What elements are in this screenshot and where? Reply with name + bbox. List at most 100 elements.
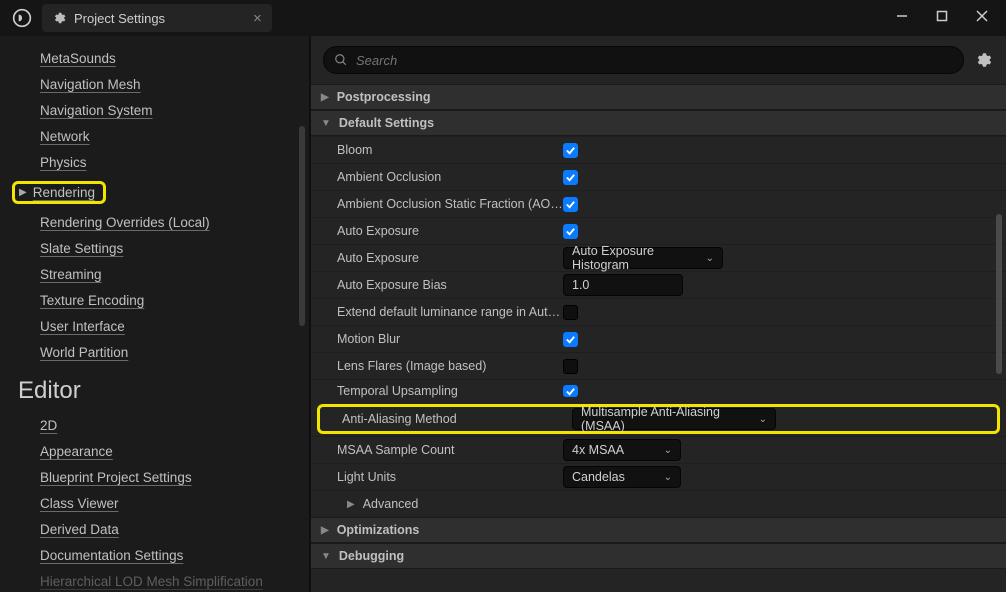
sidebar-heading-editor: Editor: [18, 377, 309, 405]
tab-project-settings[interactable]: Project Settings ×: [42, 4, 272, 32]
prop-label: Motion Blur: [311, 332, 563, 346]
prop-bloom: Bloom: [311, 136, 1006, 163]
settings-gear-icon[interactable]: [974, 51, 992, 69]
prop-lens-flares: Lens Flares (Image based): [311, 352, 1006, 379]
sidebar-item[interactable]: Network: [40, 124, 90, 149]
section-default-settings[interactable]: ▼ Default Settings: [311, 110, 1006, 136]
search-input[interactable]: [356, 53, 953, 68]
dropdown[interactable]: Auto Exposure Histogram ⌄: [563, 247, 723, 269]
prop-label: MSAA Sample Count: [311, 443, 563, 457]
dropdown[interactable]: Candelas ⌄: [563, 466, 681, 488]
sidebar-item[interactable]: Navigation Mesh: [40, 72, 141, 97]
sidebar-scrollbar[interactable]: [299, 46, 305, 386]
checkbox[interactable]: [563, 224, 578, 239]
prop-ambient-occlusion: Ambient Occlusion: [311, 163, 1006, 190]
prop-auto-exposure-bias: Auto Exposure Bias 1.0: [311, 271, 1006, 298]
content-scrollbar[interactable]: [996, 214, 1002, 414]
tab-close-button[interactable]: ×: [253, 10, 262, 27]
sidebar-item[interactable]: Slate Settings: [40, 236, 123, 261]
sidebar-item-rendering[interactable]: ▶ Rendering: [0, 176, 106, 209]
search-box[interactable]: [323, 46, 964, 74]
sidebar-item[interactable]: Appearance: [40, 439, 113, 464]
section-label: Default Settings: [339, 116, 434, 130]
dropdown-value: Candelas: [572, 470, 625, 484]
prop-auto-exposure: Auto Exposure: [311, 217, 1006, 244]
prop-ao-static-fraction: Ambient Occlusion Static Fraction (AO fo…: [311, 190, 1006, 217]
sidebar: MetaSounds Navigation Mesh Navigation Sy…: [0, 36, 310, 592]
expand-icon: ▶: [19, 187, 27, 198]
sidebar-item[interactable]: Derived Data: [40, 517, 119, 542]
prop-label: Lens Flares (Image based): [311, 359, 563, 373]
advanced-label: Advanced: [363, 497, 419, 511]
sidebar-item[interactable]: Streaming: [40, 262, 102, 287]
content-panel: ▶ Postprocessing ▼ Default Settings Bloo…: [310, 36, 1006, 592]
prop-label: Bloom: [311, 143, 563, 157]
row-advanced[interactable]: ▶ Advanced: [311, 490, 1006, 517]
prop-label: Light Units: [311, 470, 563, 484]
prop-label: Ambient Occlusion: [311, 170, 563, 184]
checkbox[interactable]: [563, 332, 578, 347]
sidebar-item-label: Rendering: [33, 185, 95, 200]
sidebar-item[interactable]: 2D: [40, 413, 57, 438]
section-postprocessing[interactable]: ▶ Postprocessing: [311, 84, 1006, 110]
prop-anti-aliasing-method: Anti-Aliasing Method Multisample Anti-Al…: [317, 404, 1000, 434]
sidebar-item[interactable]: User Interface: [40, 314, 125, 339]
chevron-down-icon: ⌄: [706, 253, 714, 264]
section-optimizations[interactable]: ▶ Optimizations: [311, 517, 1006, 543]
tab-gear-icon: [52, 11, 66, 25]
prop-motion-blur: Motion Blur: [311, 325, 1006, 352]
window-close-button[interactable]: [962, 0, 1002, 32]
section-label: Postprocessing: [337, 90, 431, 104]
window-maximize-button[interactable]: [922, 0, 962, 32]
prop-temporal-upsampling: Temporal Upsampling: [311, 379, 1006, 402]
checkbox[interactable]: [563, 359, 578, 374]
expand-icon: ▼: [321, 118, 331, 129]
dropdown-value: Multisample Anti-Aliasing (MSAA): [581, 405, 749, 433]
prop-auto-exposure-mode: Auto Exposure Auto Exposure Histogram ⌄: [311, 244, 1006, 271]
dropdown-anti-aliasing[interactable]: Multisample Anti-Aliasing (MSAA) ⌄: [572, 408, 776, 430]
dropdown[interactable]: 4x MSAA ⌄: [563, 439, 681, 461]
sidebar-item[interactable]: Texture Encoding: [40, 288, 144, 313]
sidebar-item[interactable]: World Partition: [40, 340, 128, 365]
number-input[interactable]: 1.0: [563, 274, 683, 296]
sidebar-item[interactable]: Physics: [40, 150, 87, 175]
prop-label: Auto Exposure: [311, 251, 563, 265]
prop-extend-luminance: Extend default luminance range in Auto E…: [311, 298, 1006, 325]
section-label: Optimizations: [337, 523, 420, 537]
sidebar-item[interactable]: Navigation System: [40, 98, 153, 123]
search-icon: [334, 53, 348, 67]
collapse-icon: ▶: [321, 92, 329, 103]
collapse-icon: ▶: [321, 525, 329, 536]
dropdown-value: Auto Exposure Histogram: [572, 244, 696, 272]
prop-label: Extend default luminance range in Auto E…: [311, 305, 563, 319]
app-logo-icon: [10, 6, 34, 30]
section-debugging[interactable]: ▼ Debugging: [311, 543, 1006, 569]
dropdown-value: 4x MSAA: [572, 443, 624, 457]
titlebar: Project Settings ×: [0, 0, 1006, 36]
checkbox[interactable]: [563, 143, 578, 158]
checkbox[interactable]: [563, 170, 578, 185]
prop-light-units: Light Units Candelas ⌄: [311, 463, 1006, 490]
sidebar-item[interactable]: MetaSounds: [40, 46, 116, 71]
section-label: Debugging: [339, 549, 404, 563]
expand-icon: ▶: [347, 499, 355, 510]
window-minimize-button[interactable]: [882, 0, 922, 32]
chevron-down-icon: ⌄: [759, 414, 767, 425]
expand-icon: ▼: [321, 551, 331, 562]
sidebar-item[interactable]: Blueprint Project Settings: [40, 465, 192, 490]
sidebar-item[interactable]: Rendering Overrides (Local): [40, 210, 210, 235]
prop-label: Auto Exposure: [311, 224, 563, 238]
prop-label: Temporal Upsampling: [311, 384, 563, 398]
chevron-down-icon: ⌄: [664, 472, 672, 483]
chevron-down-icon: ⌄: [664, 445, 672, 456]
prop-msaa-count: MSAA Sample Count 4x MSAA ⌄: [311, 436, 1006, 463]
checkbox[interactable]: [563, 385, 578, 397]
prop-label: Auto Exposure Bias: [311, 278, 563, 292]
sidebar-item[interactable]: Class Viewer: [40, 491, 119, 516]
prop-label: Anti-Aliasing Method: [320, 412, 572, 426]
checkbox[interactable]: [563, 197, 578, 212]
checkbox[interactable]: [563, 305, 578, 320]
number-value: 1.0: [572, 278, 589, 292]
sidebar-item[interactable]: Hierarchical LOD Mesh Simplification: [40, 569, 263, 592]
sidebar-item[interactable]: Documentation Settings: [40, 543, 183, 568]
